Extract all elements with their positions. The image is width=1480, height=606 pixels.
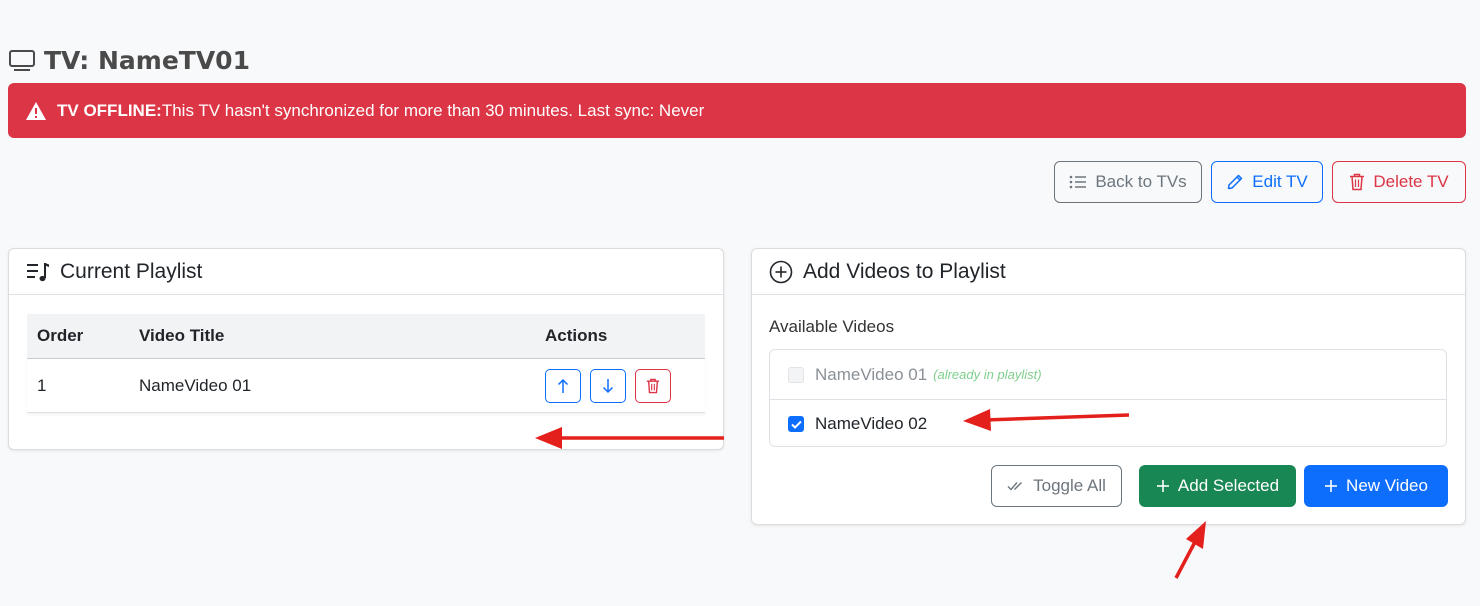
- available-videos-list: NameVideo 01 (already in playlist) NameV…: [769, 349, 1447, 447]
- video-name: NameVideo 01: [815, 364, 928, 384]
- check-icon: [790, 420, 802, 429]
- page-title-text: TV: NameTV01: [44, 45, 250, 75]
- toggle-all-button[interactable]: Toggle All: [991, 465, 1122, 507]
- edit-tv-button[interactable]: Edit TV: [1211, 161, 1323, 203]
- list-item[interactable]: NameVideo 02: [770, 399, 1446, 448]
- column-order: Order: [37, 326, 84, 345]
- arrow-down-icon: [602, 379, 614, 394]
- delete-tv-label: Delete TV: [1373, 172, 1449, 191]
- plus-icon: [1156, 480, 1169, 492]
- plus-icon: [1325, 480, 1338, 492]
- page-title: TV: NameTV01: [8, 42, 250, 78]
- move-down-button[interactable]: [590, 369, 626, 403]
- alert-message: This TV hasn't synchronized for more tha…: [161, 100, 705, 120]
- video-name: NameVideo 02: [815, 414, 928, 433]
- move-up-button[interactable]: [545, 369, 581, 403]
- available-videos-label: Available Videos: [769, 317, 895, 336]
- current-playlist-title: Current Playlist: [60, 259, 203, 283]
- column-video-title: Video Title: [139, 326, 225, 345]
- playlist-table-header: Order Video Title Actions: [27, 314, 705, 359]
- list-item: NameVideo 01 (already in playlist): [770, 350, 1446, 399]
- add-videos-title: Add Videos to Playlist: [803, 259, 1006, 283]
- trash-icon: [646, 378, 660, 394]
- new-video-label: New Video: [1346, 476, 1428, 495]
- current-playlist-card: Current Playlist Order Video Title Actio…: [8, 248, 724, 450]
- alert-strong: TV OFFLINE:: [57, 100, 162, 120]
- playlist-table: Order Video Title Actions 1 NameVideo 01: [27, 314, 705, 413]
- pencil-icon: [1228, 174, 1243, 190]
- row-order: 1: [37, 375, 47, 395]
- add-selected-label: Add Selected: [1177, 476, 1280, 495]
- already-in-playlist-note: (already in playlist): [933, 367, 1042, 382]
- warning-icon: [26, 101, 46, 120]
- toggle-all-label: Toggle All: [1033, 476, 1106, 495]
- trash-icon: [1350, 173, 1365, 191]
- double-check-icon: [1007, 482, 1023, 491]
- delete-tv-button[interactable]: Delete TV: [1332, 161, 1466, 203]
- row-video-title: NameVideo 01: [139, 375, 252, 395]
- new-video-button[interactable]: New Video: [1304, 465, 1448, 507]
- page: TV: NameTV01 TV OFFLINE: This TV hasn't …: [0, 0, 1480, 606]
- column-actions: Actions: [545, 326, 608, 345]
- current-playlist-header: Current Playlist: [9, 249, 723, 295]
- back-to-tvs-label: Back to TVs: [1095, 172, 1187, 191]
- add-videos-card: Add Videos to Playlist Available Videos …: [751, 248, 1466, 525]
- list-icon: [1070, 175, 1087, 189]
- music-list-icon: [27, 262, 49, 281]
- video-checkbox-disabled: [788, 366, 804, 383]
- tv-icon: [9, 50, 35, 71]
- arrow-up-icon: [557, 378, 569, 393]
- back-to-tvs-button[interactable]: Back to TVs: [1054, 161, 1202, 203]
- video-checkbox[interactable]: [788, 416, 804, 432]
- arrow-annotation-add-selected: [1174, 521, 1206, 579]
- edit-tv-label: Edit TV: [1252, 172, 1308, 191]
- offline-alert: TV OFFLINE: This TV hasn't synchronized …: [8, 83, 1466, 138]
- plus-circle-icon: [769, 260, 793, 283]
- table-row: 1 NameVideo 01: [27, 359, 705, 413]
- add-videos-header: Add Videos to Playlist: [752, 249, 1465, 295]
- remove-video-button[interactable]: [635, 369, 671, 403]
- add-selected-button[interactable]: Add Selected: [1139, 465, 1296, 507]
